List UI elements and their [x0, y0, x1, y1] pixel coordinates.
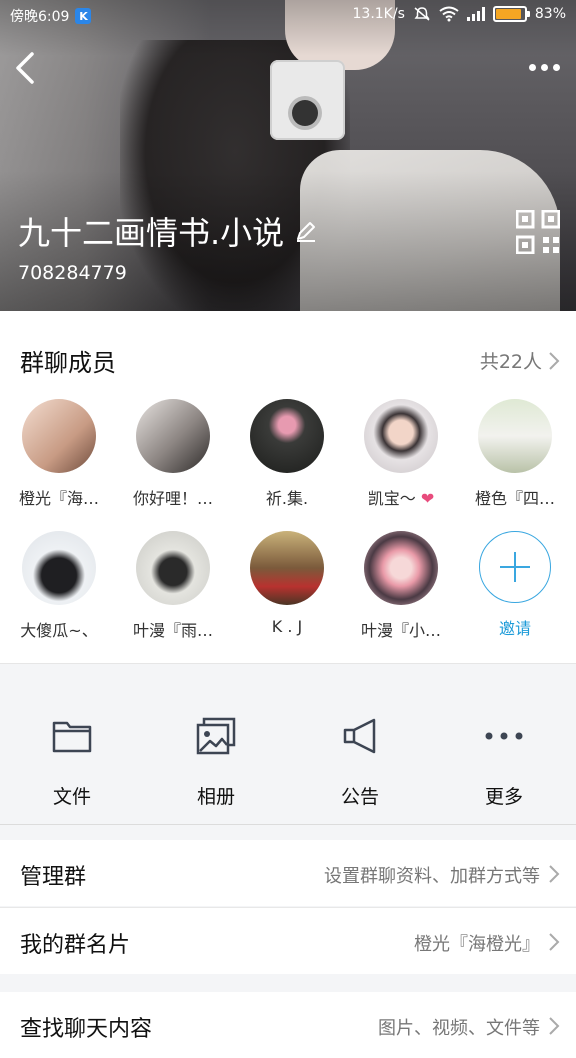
plus-icon: [499, 551, 530, 582]
member-item[interactable]: 叶漫『小…: [344, 531, 458, 641]
battery-fill: [495, 9, 521, 19]
member-item[interactable]: 大傻瓜~、: [2, 531, 116, 641]
status-time: 傍晚6:09: [10, 9, 70, 25]
invite-button[interactable]: 邀请: [458, 531, 572, 639]
member-item[interactable]: 橙光『海…: [2, 399, 116, 509]
status-bar: 傍晚6:09 K 13.1K/s 83%: [0, 0, 576, 30]
wifi-icon: [439, 6, 459, 22]
member-name-text: 凯宝～: [367, 489, 416, 508]
member-name: 你好哩！…: [132, 489, 213, 508]
invite-circle: [479, 531, 551, 603]
member-name: 凯宝～ ❤: [344, 485, 458, 509]
member-name: K . J: [271, 617, 303, 636]
member-count-link[interactable]: 共22人: [480, 347, 560, 374]
edit-icon[interactable]: [294, 219, 318, 243]
member-name: 橙色『四…: [474, 489, 555, 508]
chevron-right-icon: [549, 933, 560, 951]
action-label: 更多: [484, 786, 523, 808]
heart-icon: ❤: [420, 489, 435, 508]
row-title: 我的群名片: [20, 933, 131, 958]
action-label: 文件: [52, 786, 91, 808]
row-value: 设置群聊资料、加群方式等: [324, 866, 540, 887]
more-dots-icon: [485, 732, 523, 740]
avatar: [136, 399, 210, 473]
avatar: [364, 399, 438, 473]
member-item[interactable]: 橙色『四…: [458, 399, 572, 509]
row-title: 查找聊天内容: [20, 1017, 153, 1042]
album-icon: [196, 717, 236, 755]
network-speed: 13.1K/s: [352, 6, 405, 22]
row-value: 图片、视频、文件等: [378, 1018, 540, 1039]
member-item[interactable]: K . J: [230, 531, 344, 636]
chevron-right-icon: [549, 865, 560, 883]
row-value: 橙光『海橙光』: [414, 934, 540, 955]
album-button[interactable]: 相册: [144, 716, 288, 809]
chevron-right-icon: [549, 351, 560, 370]
member-item[interactable]: 你好哩！…: [116, 399, 230, 509]
files-button[interactable]: 文件: [0, 716, 144, 809]
group-id: 708284779: [18, 262, 127, 284]
group-card-row[interactable]: 我的群名片 橙光『海橙光』: [0, 908, 576, 974]
action-label: 公告: [340, 786, 379, 808]
more-dot: [528, 63, 536, 71]
folder-icon: [52, 721, 92, 753]
more-button[interactable]: 更多: [432, 716, 576, 809]
signal-icon: [466, 7, 485, 21]
member-name: 大傻瓜~、: [20, 621, 98, 640]
invite-label: 邀请: [498, 619, 531, 638]
members-heading: 群聊成员: [20, 349, 116, 377]
avatar: [22, 531, 96, 605]
more-dot: [540, 63, 548, 71]
mute-icon: [414, 7, 430, 21]
members-section: 群聊成员 共22人 橙光『海… 你好哩！… 祈.集. 凯宝～ ❤ 橙色『四… 大…: [0, 311, 576, 663]
member-item[interactable]: 祈.集.: [230, 399, 344, 509]
battery-percent: 83%: [534, 6, 566, 22]
avatar: [250, 399, 324, 473]
group-name: 九十二画情书.小说: [18, 214, 285, 252]
megaphone-icon: [343, 718, 376, 754]
action-label: 相册: [196, 786, 235, 808]
action-bar: 文件 相册 公告 更多: [0, 663, 576, 825]
announcement-button[interactable]: 公告: [288, 716, 432, 809]
avatar: [478, 399, 552, 473]
avatar: [136, 531, 210, 605]
avatar: [250, 531, 324, 605]
member-name: 叶漫『小…: [360, 621, 441, 640]
member-name: 叶漫『雨…: [132, 621, 213, 640]
manage-group-row[interactable]: 管理群 设置群聊资料、加群方式等: [0, 840, 576, 906]
search-chat-row[interactable]: 查找聊天内容 图片、视频、文件等: [0, 992, 576, 1058]
battery-icon: [492, 6, 530, 22]
chevron-right-icon: [549, 1017, 560, 1035]
avatar: [364, 531, 438, 605]
member-name: 橙光『海…: [18, 489, 99, 508]
back-icon[interactable]: [10, 48, 44, 88]
notification-app-icon: K: [75, 8, 92, 24]
member-count: 共22人: [479, 351, 542, 373]
more-icon[interactable]: [524, 56, 564, 78]
qr-code-icon[interactable]: [516, 210, 560, 254]
avatar: [22, 399, 96, 473]
member-name: 祈.集.: [265, 489, 309, 508]
member-item[interactable]: 凯宝～ ❤: [344, 399, 458, 509]
member-item[interactable]: 叶漫『雨…: [116, 531, 230, 641]
row-title: 管理群: [20, 865, 87, 890]
more-dot: [552, 63, 560, 71]
group-name-row[interactable]: 九十二画情书.小说: [18, 208, 318, 254]
